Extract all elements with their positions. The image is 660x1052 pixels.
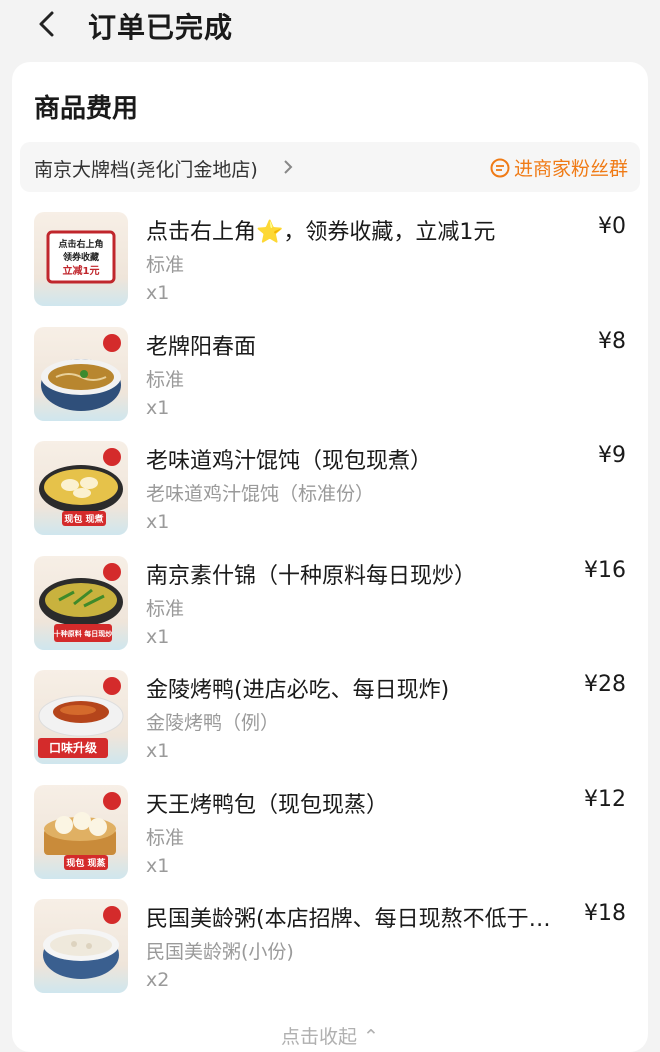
congee-bowl-image [43,906,121,979]
list-item[interactable]: 口味升级 金陵烤鸭(进店必吃、每日现炸) 金陵烤鸭（例） x1 ¥28 [12,668,648,783]
roast-duck-image: 口味升级 [38,677,124,758]
product-thumbnail[interactable]: 现包 现蒸 [34,784,128,879]
order-items-card: 商品费用 南京大牌档(尧化门金地店) 进商家粉丝群 点击右上角 领券收藏 立减1… [12,62,648,1052]
item-name: 老牌阳春面 [146,334,257,360]
chat-bubble-icon [490,158,510,177]
collapse-toggle[interactable]: 点击收起 ⌃ [12,1022,648,1049]
item-spec: 老味道鸡汁馄饨（标准份） [146,483,375,505]
item-price: ¥0 [598,214,626,239]
item-name: 南京素什锦（十种原料每日现炒） [146,563,477,589]
item-spec: 金陵烤鸭（例） [146,712,280,734]
svg-text:现包 现蒸: 现包 现蒸 [66,857,105,869]
vegetable-dish-image: 十种原料 每日现炒 [39,562,123,642]
back-arrow-icon[interactable] [34,10,62,38]
item-quantity: x2 [146,969,170,991]
svg-text:十种原料 每日现炒: 十种原料 每日现炒 [54,629,112,638]
fans-group-label[interactable]: 进商家粉丝群 [514,154,628,181]
steamed-bun-basket-image: 现包 现蒸 [44,791,121,870]
svg-text:口味升级: 口味升级 [49,740,97,755]
list-item[interactable]: 现包 现蒸 天王烤鸭包（现包现蒸） 标准 x1 ¥12 [12,783,648,898]
list-item[interactable]: 十种原料 每日现炒 南京素什锦（十种原料每日现炒） 标准 x1 ¥16 [12,554,648,669]
noodle-bowl-image [41,333,121,411]
svg-text:立减1元: 立减1元 [63,264,100,277]
product-thumbnail[interactable]: 口味升级 [34,670,128,764]
item-quantity: x1 [146,854,170,877]
svg-text:现包 现煮: 现包 现煮 [64,513,103,525]
section-title: 商品费用 [34,94,139,124]
product-thumbnail[interactable]: 现包 现煮 [34,441,128,535]
item-spec: 标准 [146,826,185,849]
product-thumbnail[interactable]: 点击右上角 领券收藏 立减1元 [34,212,128,306]
shop-bar[interactable]: 南京大牌档(尧化门金地店) 进商家粉丝群 [20,142,640,192]
item-name: 老味道鸡汁馄饨（现包现煮） [146,449,433,474]
chevron-right-icon [284,160,293,174]
item-quantity: x1 [146,625,170,648]
item-name: 点击右上角⭐，领券收藏，立减1元 [146,220,496,245]
item-price: ¥9 [598,443,626,468]
item-quantity: x1 [146,282,170,304]
item-quantity: x1 [146,511,170,533]
item-spec: 标准 [146,597,185,620]
product-thumbnail[interactable] [34,899,128,993]
item-spec: 民国美龄粥(小份) [146,941,294,963]
svg-text:点击右上角: 点击右上角 [58,238,103,250]
page-title: 订单已完成 [88,11,234,44]
top-bar: 订单已完成 [0,0,660,56]
item-name: 金陵烤鸭(进店必吃、每日现炸) [146,678,450,703]
item-quantity: x1 [146,396,170,419]
item-price: ¥16 [584,557,626,583]
item-price: ¥8 [598,328,626,354]
coupon-sign-image: 点击右上角 领券收藏 立减1元 [46,230,116,284]
list-item[interactable]: 现包 现煮 老味道鸡汁馄饨（现包现煮） 老味道鸡汁馄饨（标准份） x1 ¥9 [12,439,648,554]
wonton-bowl-image: 现包 现煮 [39,448,123,526]
product-thumbnail[interactable]: 十种原料 每日现炒 [34,555,128,650]
item-spec: 标准 [146,368,185,391]
item-price: ¥28 [584,672,626,697]
product-thumbnail[interactable] [34,326,128,421]
item-price: ¥18 [584,901,626,926]
item-quantity: x1 [146,740,170,762]
item-price: ¥12 [584,786,626,812]
svg-text:领券收藏: 领券收藏 [63,251,99,263]
shop-name[interactable]: 南京大牌档(尧化门金地店) [34,155,258,182]
item-list: 点击右上角 领券收藏 立减1元 点击右上角⭐，领券收藏，立减1元 标准 x1 ¥… [12,210,648,1012]
item-name: 民国美龄粥(本店招牌、每日现熬不低于… [146,907,551,932]
item-spec: 标准 [146,254,185,276]
list-item[interactable]: 老牌阳春面 标准 x1 ¥8 [12,325,648,440]
item-name: 天王烤鸭包（现包现蒸） [146,792,389,818]
list-item[interactable]: 民国美龄粥(本店招牌、每日现熬不低于… 民国美龄粥(小份) x2 ¥18 [12,897,648,1012]
fans-group-link[interactable]: 进商家粉丝群 [490,154,628,181]
list-item[interactable]: 点击右上角 领券收藏 立减1元 点击右上角⭐，领券收藏，立减1元 标准 x1 ¥… [12,210,648,325]
